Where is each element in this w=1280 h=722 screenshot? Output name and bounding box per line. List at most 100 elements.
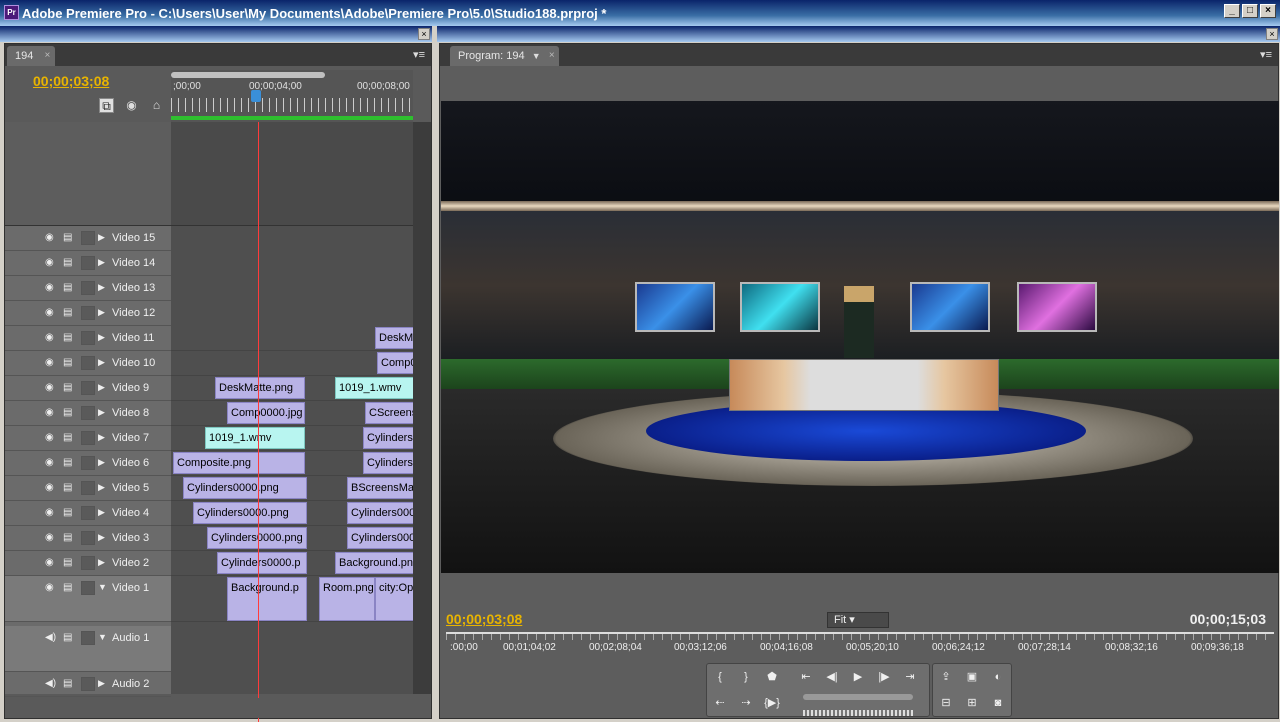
track-header-video-2[interactable]: ◉ ▤ ▶ Video 2 [5, 551, 171, 576]
program-tab[interactable]: Program: 194 ▼ × [450, 46, 559, 66]
lock-toggle[interactable] [81, 381, 95, 395]
track-header-video-5[interactable]: ◉ ▤ ▶ Video 5 [5, 476, 171, 501]
lock-toggle[interactable] [81, 431, 95, 445]
snap-icon[interactable]: ⧉ [99, 98, 114, 113]
clip[interactable]: Room.png [319, 577, 375, 621]
film-icon[interactable]: ▤ [63, 257, 75, 269]
shuttle-slider[interactable] [803, 694, 913, 700]
film-icon[interactable]: ▤ [63, 382, 75, 394]
eye-icon[interactable]: ◉ [45, 332, 59, 344]
track-header-audio-2[interactable]: ◀) ▤ ▶ Audio 2 [5, 672, 171, 697]
eye-icon[interactable]: ◉ [45, 557, 59, 569]
eye-icon[interactable]: ◉ [45, 482, 59, 494]
maximize-button[interactable]: □ [1242, 4, 1258, 18]
play-in-to-out-icon[interactable]: {▶} [763, 694, 781, 712]
next-edit-icon[interactable]: ⇢ [737, 694, 755, 712]
lock-toggle[interactable] [81, 677, 95, 691]
expand-triangle-icon[interactable]: ▶ [98, 232, 105, 243]
eye-icon[interactable]: ◉ [45, 407, 59, 419]
timeline-current-time[interactable]: 00;00;03;08 [33, 73, 109, 89]
track-header-video-1[interactable]: ◉ ▤ ▼ Video 1 [5, 576, 171, 622]
work-area-bar[interactable] [171, 116, 413, 120]
panel-menu-icon[interactable]: ▾≡ [413, 48, 425, 61]
eye-icon[interactable]: ◉ [45, 357, 59, 369]
speaker-icon[interactable]: ◀) [45, 678, 59, 690]
film-icon[interactable]: ▤ [63, 532, 75, 544]
vertical-scrollbar[interactable] [413, 122, 431, 694]
clip[interactable]: Cylinders [363, 452, 413, 474]
mark-in-icon[interactable]: { [711, 668, 729, 686]
expand-triangle-icon[interactable]: ▶ [98, 557, 105, 568]
lock-toggle[interactable] [81, 356, 95, 370]
minimize-button[interactable]: _ [1224, 4, 1240, 18]
clip[interactable]: Cylinders000 [347, 527, 413, 549]
clip[interactable]: BScreensMat [347, 477, 413, 499]
time-ruler[interactable]: ;00;00 00;00;04;00 00;00;08;00 [171, 70, 413, 122]
collapse-triangle-icon[interactable]: ▼ [98, 582, 107, 592]
lock-toggle[interactable] [81, 256, 95, 270]
lock-toggle[interactable] [81, 331, 95, 345]
playhead-handle[interactable] [251, 90, 261, 102]
timeline-tab-close-icon[interactable]: × [45, 46, 51, 66]
prev-edit-icon[interactable]: ⇠ [711, 694, 729, 712]
lock-toggle[interactable] [81, 306, 95, 320]
clip[interactable]: city:Op [375, 577, 413, 621]
eye-icon[interactable]: ◉ [45, 582, 59, 594]
eye-icon[interactable]: ◉ [45, 507, 59, 519]
eye-icon[interactable]: ◉ [45, 307, 59, 319]
clip[interactable]: Background.pn [335, 552, 413, 574]
clip[interactable]: Cylinders [363, 427, 413, 449]
program-current-time[interactable]: 00;00;03;08 [446, 611, 522, 627]
track-header-video-4[interactable]: ◉ ▤ ▶ Video 4 [5, 501, 171, 526]
film-icon[interactable]: ▤ [63, 232, 75, 244]
expand-triangle-icon[interactable]: ▶ [98, 382, 105, 393]
output-icon[interactable]: ◐ [989, 668, 1007, 686]
expand-triangle-icon[interactable]: ▶ [98, 257, 105, 268]
expand-triangle-icon[interactable]: ▶ [98, 307, 105, 318]
panel-menu-icon[interactable]: ▾≡ [1260, 48, 1272, 61]
clip[interactable]: Cylinders0000.png [193, 502, 307, 524]
track-header-video-14[interactable]: ◉ ▤ ▶ Video 14 [5, 251, 171, 276]
program-frame-close-icon[interactable]: × [1266, 28, 1278, 40]
lock-toggle[interactable] [81, 556, 95, 570]
track-header-video-8[interactable]: ◉ ▤ ▶ Video 8 [5, 401, 171, 426]
clip[interactable]: 1019_1.wmv [335, 377, 413, 399]
track-header-video-15[interactable]: ◉ ▤ ▶ Video 15 [5, 226, 171, 251]
track-header-video-13[interactable]: ◉ ▤ ▶ Video 13 [5, 276, 171, 301]
film-icon[interactable]: ▤ [63, 407, 75, 419]
chevron-down-icon[interactable]: ▼ [532, 46, 541, 66]
close-button[interactable]: × [1260, 4, 1276, 18]
expand-triangle-icon[interactable]: ▶ [98, 407, 105, 418]
zoom-fit-select[interactable]: Fit ▾ [827, 612, 889, 628]
track-header-video-6[interactable]: ◉ ▤ ▶ Video 6 [5, 451, 171, 476]
jog-wheel[interactable] [803, 710, 913, 716]
film-icon[interactable]: ▤ [63, 557, 75, 569]
step-forward-icon[interactable]: |▶ [875, 668, 893, 686]
speaker-icon[interactable]: ◀) [45, 632, 59, 644]
track-header-video-7[interactable]: ◉ ▤ ▶ Video 7 [5, 426, 171, 451]
mark-out-icon[interactable]: } [737, 668, 755, 686]
eye-icon[interactable]: ◉ [45, 282, 59, 294]
safe-margins-icon[interactable]: ▣ [963, 668, 981, 686]
eye-icon[interactable]: ◉ [45, 532, 59, 544]
lock-toggle[interactable] [81, 281, 95, 295]
film-icon[interactable]: ▤ [63, 582, 75, 594]
eye-icon[interactable]: ◉ [45, 232, 59, 244]
eye-icon[interactable]: ◉ [45, 457, 59, 469]
track-header-video-3[interactable]: ◉ ▤ ▶ Video 3 [5, 526, 171, 551]
play-icon[interactable]: ▶ [849, 668, 867, 686]
timeline-tab[interactable]: 194 × [7, 46, 56, 66]
lock-toggle[interactable] [81, 406, 95, 420]
go-to-in-icon[interactable]: ⇤ [797, 668, 815, 686]
timeline-frame-close-icon[interactable]: × [418, 28, 430, 40]
track-header-audio-1[interactable]: ◀) ▤ ▼ Audio 1 [5, 626, 171, 672]
expand-triangle-icon[interactable]: ▶ [98, 357, 105, 368]
expand-triangle-icon[interactable]: ▶ [98, 432, 105, 443]
eye-icon[interactable]: ◉ [45, 257, 59, 269]
step-back-icon[interactable]: ◀| [823, 668, 841, 686]
film-icon[interactable]: ▤ [63, 507, 75, 519]
lock-toggle[interactable] [81, 631, 95, 645]
marker-light-icon[interactable]: ◉ [124, 98, 139, 113]
expand-triangle-icon[interactable]: ▶ [98, 282, 105, 293]
clip[interactable]: DeskM [375, 327, 413, 349]
